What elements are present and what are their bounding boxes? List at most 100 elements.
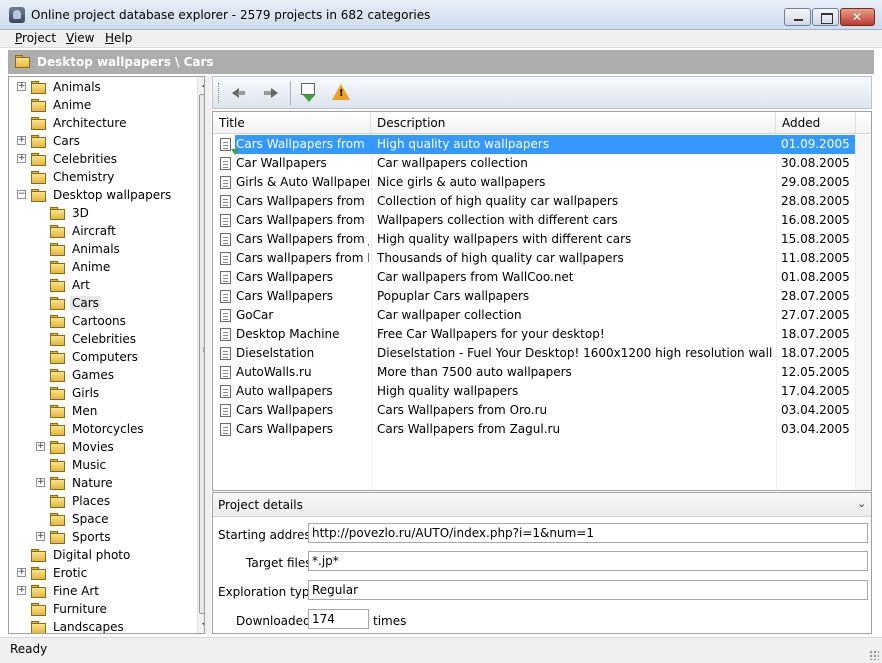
expand-icon[interactable]: +: [17, 136, 26, 145]
warning-button[interactable]: [331, 83, 351, 103]
project-icon: [220, 366, 231, 379]
cell-added: 12.05.2005: [781, 365, 850, 379]
column-title[interactable]: Title: [213, 112, 371, 134]
cell-added: 18.07.2005: [781, 346, 850, 360]
tree-item-label: Architecture: [53, 116, 127, 130]
download-button[interactable]: [299, 83, 319, 103]
table-row[interactable]: Cars Wallpapers Cars Wallpapers from Zagu…: [213, 420, 871, 439]
cell-title: GoCar: [236, 308, 274, 322]
expand-icon[interactable]: +: [36, 442, 45, 451]
project-icon: [220, 423, 231, 436]
project-icon: [220, 252, 231, 265]
close-button[interactable]: [840, 8, 875, 26]
folder-icon: [50, 297, 65, 310]
menu-bar: Project View Help: [0, 30, 882, 48]
exploration-type-field[interactable]: Regular: [308, 580, 868, 600]
menu-view[interactable]: View: [66, 31, 94, 45]
cell-description: High quality wallpapers: [377, 384, 519, 398]
status-text: Ready: [10, 642, 48, 656]
table-row[interactable]: Cars Wallpapers Car wallpapers from WallC…: [213, 268, 871, 287]
table-row[interactable]: Auto wallpapers High quality wallpapers 17…: [213, 382, 871, 401]
folder-icon: [31, 603, 46, 616]
table-row[interactable]: AutoWalls.ru More than 7500 auto wallpape…: [213, 363, 871, 382]
cell-title: Cars Wallpapers from P...: [236, 137, 369, 151]
toolbar-grip[interactable]: [218, 83, 221, 103]
table-row[interactable]: Cars Wallpapers Cars Wallpapers from Oro.…: [213, 401, 871, 420]
project-icon: [220, 309, 231, 322]
project-details-header[interactable]: Project details ⌄: [213, 493, 871, 517]
table-row[interactable]: GoCar Car wallpaper collection 27.07.2005: [213, 306, 871, 325]
starting-address-field[interactable]: http://povezlo.ru/AUTO/index.php?i=1&num…: [308, 523, 868, 543]
folder-icon: [31, 153, 46, 166]
folder-icon: [15, 55, 30, 68]
table-row[interactable]: Cars wallpapers from D... Thousands of hi…: [213, 249, 871, 268]
table-row[interactable]: Dieselstation Dieselstation - Fuel Your D…: [213, 344, 871, 363]
table-row[interactable]: Girls & Auto Wallpapers Nice girls & auto…: [213, 173, 871, 192]
folder-icon: [50, 369, 65, 382]
list-scrollbar[interactable]: [855, 134, 871, 490]
table-row[interactable]: Desktop Machine Free Car Wallpapers for y…: [213, 325, 871, 344]
resize-grip[interactable]: [869, 650, 879, 660]
cell-description: Thousands of high quality car wallpapers: [377, 251, 624, 265]
folder-icon: [50, 441, 65, 454]
expand-icon[interactable]: +: [17, 154, 26, 163]
folder-icon: [31, 117, 46, 130]
maximize-button[interactable]: [812, 8, 839, 26]
cell-title: Cars Wallpapers: [236, 270, 334, 284]
folder-icon: [50, 243, 65, 256]
chevron-down-icon[interactable]: ⌄: [857, 497, 866, 510]
cell-description: Car wallpapers collection: [377, 156, 528, 170]
forward-button[interactable]: [262, 83, 282, 103]
expand-icon[interactable]: +: [36, 478, 45, 487]
minimize-button[interactable]: [784, 8, 811, 26]
project-icon: [220, 176, 231, 189]
folder-icon: [31, 99, 46, 112]
cell-added: 28.07.2005: [781, 289, 850, 303]
menu-help[interactable]: Help: [105, 31, 132, 45]
folder-icon: [50, 405, 65, 418]
cell-title: Cars Wallpapers from J...: [236, 232, 369, 246]
collapse-icon[interactable]: −: [17, 190, 26, 199]
cell-title: Girls & Auto Wallpapers: [236, 175, 369, 189]
tree-scrollbar[interactable]: [197, 77, 204, 633]
table-row[interactable]: Cars Wallpapers Popuplar Cars wallpapers 2…: [213, 287, 871, 306]
column-description[interactable]: Description: [371, 112, 776, 134]
folder-icon: [50, 459, 65, 472]
target-files-field[interactable]: *.jp*: [308, 551, 868, 571]
expand-icon[interactable]: +: [17, 568, 26, 577]
expand-icon[interactable]: +: [36, 532, 45, 541]
tree-item-label: Cars: [70, 296, 101, 310]
cell-title: Cars Wallpapers: [236, 403, 334, 417]
project-icon: [220, 271, 231, 284]
tree-item-label: Animals: [53, 80, 101, 94]
panel-splitter[interactable]: [205, 76, 211, 634]
tree-item-label: Motorcycles: [72, 422, 144, 436]
tree-item-label: Men: [72, 404, 98, 418]
downloaded-count-field[interactable]: 174: [308, 609, 369, 629]
tree-item-label: Movies: [72, 440, 114, 454]
cell-added: 17.04.2005: [781, 384, 850, 398]
category-tree[interactable]: + Animals Anime Architecture + Cars + Celebriti…: [8, 76, 205, 634]
location-path: Desktop wallpapers \ Cars: [37, 55, 214, 69]
menu-project[interactable]: Project: [15, 31, 56, 45]
cell-description: Dieselstation - Fuel Your Desktop! 1600x…: [377, 346, 772, 360]
cell-added: 03.04.2005: [781, 403, 850, 417]
tree-item-label: Celebrities: [72, 332, 137, 346]
back-button[interactable]: [230, 83, 250, 103]
table-row[interactable]: Cars Wallpapers from ... Wallpapers colle…: [213, 211, 871, 230]
table-row[interactable]: Car Wallpapers Car wallpapers collection 3…: [213, 154, 871, 173]
project-icon: [220, 328, 231, 341]
expand-icon[interactable]: +: [17, 82, 26, 91]
tree-item-label: Furniture: [53, 602, 107, 616]
folder-icon: [50, 477, 65, 490]
target-files-label: Target files: [246, 556, 312, 570]
table-row[interactable]: Cars Wallpapers from P... High quality au…: [213, 135, 871, 155]
tree-item-label: Animals: [72, 242, 120, 256]
table-row[interactable]: Cars Wallpapers from J... High quality wa…: [213, 230, 871, 249]
column-added[interactable]: Added: [776, 112, 856, 134]
expand-icon[interactable]: +: [17, 586, 26, 595]
table-row[interactable]: Cars Wallpapers from D... Collection of h…: [213, 192, 871, 211]
cell-added: 01.09.2005: [781, 137, 850, 151]
cell-added: 27.07.2005: [781, 308, 850, 322]
cell-title: Dieselstation: [236, 346, 315, 360]
